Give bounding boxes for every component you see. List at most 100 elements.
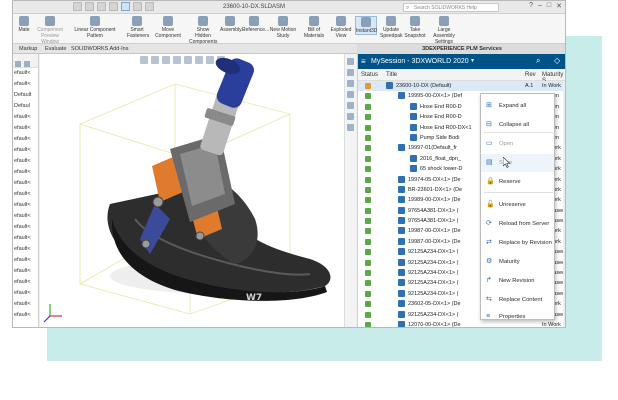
feature-tree-item[interactable]: Defaul xyxy=(13,101,38,112)
menu-item-open[interactable]: ▭ Open xyxy=(481,135,554,153)
feature-tree-item[interactable]: efault< xyxy=(13,255,38,266)
ribbon-button-update-speedpak[interactable]: Update Speedpak xyxy=(380,16,403,39)
ribbon-button-mate[interactable]: Mate xyxy=(15,16,33,33)
ribbon-button-take-snapshot[interactable]: Take Snapshot xyxy=(404,16,426,39)
custom-properties-icon[interactable] xyxy=(347,124,354,131)
tab-evaluate[interactable]: Evaluate xyxy=(45,46,66,52)
tab-solidworks-addins[interactable]: SOLIDWORKS Add-Ins xyxy=(71,46,128,52)
feature-tree-item[interactable]: efault< xyxy=(13,156,38,167)
ribbon-button-bill-of-materials[interactable]: Bill of Materials xyxy=(301,16,327,39)
ribbon-button-exploded-view[interactable]: Exploded View xyxy=(330,16,352,39)
feature-tree-item[interactable]: efault< xyxy=(13,288,38,299)
minimize-button[interactable]: – xyxy=(538,2,542,10)
menu-item-replace-content[interactable]: ⇆ Replace Content xyxy=(481,291,554,309)
menu-item-unreserve[interactable]: 🔓 Unreserve xyxy=(481,196,554,214)
session-name[interactable]: MySession - 3DXWORLD 2020 xyxy=(371,58,469,65)
options-icon[interactable] xyxy=(145,2,154,11)
ribbon-button-move-component[interactable]: Move Component xyxy=(149,16,187,39)
part-icon xyxy=(410,123,417,131)
feature-tree-item[interactable]: efault< xyxy=(13,222,38,233)
feature-tree-item[interactable]: efault< xyxy=(13,299,38,310)
status-icon xyxy=(365,197,371,204)
tab-markup[interactable]: Markup xyxy=(19,46,37,52)
ribbon-button-component-preview-window[interactable]: Component Preview Window xyxy=(35,16,65,45)
menu-item-properties[interactable]: ≡ Properties xyxy=(481,308,554,326)
status-icon xyxy=(365,238,371,245)
menu-item-maturity[interactable]: ⚙ Maturity xyxy=(481,253,554,271)
feature-tree-item[interactable]: efault< xyxy=(13,167,38,178)
menu-item-label: Expand all xyxy=(499,103,527,109)
ribbon-button-large-assembly-settings[interactable]: Large Assembly Settings xyxy=(429,16,459,45)
assembly-icon xyxy=(398,320,405,327)
feature-tree-item[interactable]: Default xyxy=(13,90,38,101)
open-doc-icon[interactable] xyxy=(85,2,94,11)
column-status[interactable]: Status xyxy=(361,72,378,78)
ribbon-button-new-motion-study[interactable]: New Motion Study xyxy=(268,16,298,39)
assembly-icon xyxy=(398,92,405,100)
feature-tree-item[interactable]: efault< xyxy=(13,200,38,211)
feature-tree-item[interactable]: efault< xyxy=(13,134,38,145)
menu-icon[interactable]: ≡ xyxy=(361,57,366,66)
file-explorer-icon[interactable] xyxy=(347,91,354,98)
tag-icon[interactable]: ◇ xyxy=(554,56,560,65)
menu-item-replace-by-revision[interactable]: ⇄ Replace by Revision xyxy=(481,234,554,252)
assembly-model[interactable]: W7 xyxy=(40,54,356,328)
menu-item-expand-all[interactable]: ⊞ Expand all xyxy=(481,97,554,115)
tree-header xyxy=(13,54,38,68)
row-title: 65 shock lower-D xyxy=(420,166,463,173)
assembly-icon xyxy=(398,269,405,277)
view-palette-icon[interactable] xyxy=(347,102,354,109)
print-icon[interactable] xyxy=(109,2,118,11)
search-icon[interactable]: ⌕ xyxy=(536,56,540,66)
help-button[interactable]: ? xyxy=(529,2,533,10)
new-doc-icon[interactable] xyxy=(73,2,82,11)
close-button[interactable]: ✕ xyxy=(556,2,562,10)
select-icon[interactable] xyxy=(121,2,130,11)
feature-tree-item[interactable]: efault< xyxy=(13,233,38,244)
ribbon-button-linear-component-pattern[interactable]: Linear Component Pattern xyxy=(67,16,123,39)
plm-scrollbar[interactable] xyxy=(563,81,565,327)
feature-tree-item[interactable]: efault< xyxy=(13,277,38,288)
feature-tree-item[interactable]: efault< xyxy=(13,68,38,79)
ribbon-button-instant3d[interactable]: Instant3D xyxy=(355,16,377,35)
feature-tree-item[interactable]: efault< xyxy=(13,123,38,134)
feature-tree-item[interactable]: efault< xyxy=(13,211,38,222)
rebuild-icon[interactable] xyxy=(133,2,142,11)
feature-tree-item[interactable]: efault< xyxy=(13,310,38,321)
ribbon-button-label: Smart Fasteners xyxy=(127,27,150,39)
feature-tree-item[interactable]: efault< xyxy=(13,79,38,90)
graphics-area[interactable]: W7 xyxy=(40,54,356,328)
menu-item-label: Properties xyxy=(499,314,526,320)
help-search-input[interactable]: ⌕ Search SOLIDWORKS Help xyxy=(403,3,499,12)
feature-tree-item[interactable]: efault< xyxy=(13,189,38,200)
row-title: Hose End R00-D xyxy=(420,114,462,121)
feature-tree-item[interactable]: efault< xyxy=(13,112,38,123)
menu-item-label: Maturity xyxy=(499,259,520,265)
menu-item-reload-from-server[interactable]: ⟳ Reload from Server xyxy=(481,215,554,233)
menu-item-new-revision[interactable]: ↱ New Revision xyxy=(481,272,554,290)
feature-tree-item[interactable]: efault< xyxy=(13,178,38,189)
maximize-button[interactable]: □ xyxy=(547,2,551,10)
ribbon-button-smart-fasteners[interactable]: Smart Fasteners xyxy=(127,16,150,39)
menu-item-label: Replace by Revision xyxy=(499,240,552,246)
tree-config-icon[interactable] xyxy=(24,61,30,67)
chevron-down-icon[interactable]: ▾ xyxy=(471,57,474,64)
column-rev[interactable]: Rev xyxy=(525,72,536,78)
feature-tree-item[interactable]: efault< xyxy=(13,145,38,156)
feature-tree-item[interactable]: efault< xyxy=(13,266,38,277)
column-title[interactable]: Title xyxy=(386,72,397,78)
menu-item-reserve[interactable]: 🔒 Reserve xyxy=(481,173,554,191)
home-icon[interactable] xyxy=(347,58,354,65)
feature-tree-item[interactable]: efault< xyxy=(13,244,38,255)
plm-panel-title: 3DEXPERIENCE PLM Services xyxy=(357,44,565,54)
3dx-icon[interactable] xyxy=(347,69,354,76)
appearances-icon[interactable] xyxy=(347,113,354,120)
menu-item-save[interactable]: ▤Save xyxy=(481,154,554,172)
ribbon-button-assembly[interactable]: Assembly... xyxy=(220,16,245,33)
filter-icon[interactable] xyxy=(15,61,21,67)
save-doc-icon[interactable] xyxy=(97,2,106,11)
design-library-icon[interactable] xyxy=(347,80,354,87)
ribbon-button-reference[interactable]: Reference... xyxy=(242,16,269,33)
ribbon-button-show-hidden-components[interactable]: Show Hidden Components xyxy=(189,16,217,45)
plm-tree-row[interactable]: 23600-10-DX (Default) A.1 In Work xyxy=(358,81,565,92)
